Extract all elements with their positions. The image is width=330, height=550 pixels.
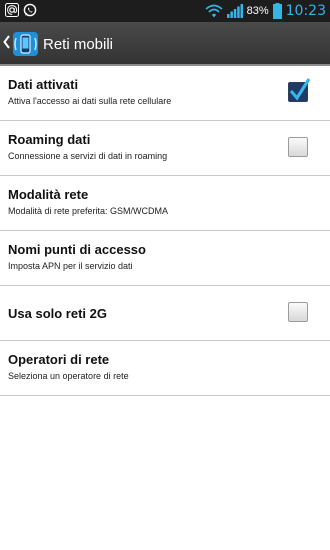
checkmark-icon [289, 78, 311, 101]
settings-list: Dati attivati Attiva l'accesso ai dati s… [0, 66, 330, 396]
setting-title: Nomi punti di accesso [8, 242, 146, 257]
page-title: Reti mobili [43, 36, 114, 53]
action-bar: Reti mobili [0, 22, 330, 66]
setting-item-access-point-names[interactable]: Nomi punti di accesso Imposta APN per il… [0, 231, 330, 286]
wifi-icon [205, 4, 223, 18]
back-arrow-icon[interactable] [3, 35, 11, 49]
data-roaming-checkbox[interactable] [288, 137, 308, 157]
status-bar: 83% 10:23 [0, 0, 330, 22]
setting-title: Operatori di rete [8, 352, 110, 367]
setting-subtitle: Imposta APN per il servizio dati [8, 261, 133, 271]
setting-title: Roaming dati [8, 132, 91, 147]
setting-item-network-mode[interactable]: Modalità rete Modalità di rete preferita… [0, 176, 330, 231]
setting-item-data-roaming[interactable]: Roaming dati Connessione a servizi di da… [0, 121, 330, 176]
setting-subtitle: Attiva l'accesso ai dati sulla rete cell… [8, 96, 172, 106]
setting-title: Modalità rete [8, 187, 89, 202]
whatsapp-icon [23, 3, 37, 17]
setting-item-use-2g-only[interactable]: Usa solo reti 2G [0, 286, 330, 341]
setting-title: Usa solo reti 2G [8, 306, 107, 321]
signal-icon [226, 4, 243, 18]
at-sign-icon [5, 3, 19, 17]
mobile-data-checkbox[interactable] [288, 78, 311, 102]
setting-subtitle: Connessione a servizi di dati in roaming [8, 151, 168, 161]
status-clock: 10:23 [285, 3, 326, 19]
setting-subtitle: Seleziona un operatore di rete [8, 371, 129, 381]
mobile-network-icon[interactable] [12, 30, 39, 58]
setting-item-network-operators[interactable]: Operatori di rete Seleziona un operatore… [0, 341, 330, 396]
setting-title: Dati attivati [8, 77, 79, 92]
setting-item-mobile-data[interactable]: Dati attivati Attiva l'accesso ai dati s… [0, 66, 330, 121]
battery-icon [272, 3, 282, 19]
setting-subtitle: Modalità di rete preferita: GSM/WCDMA [8, 206, 169, 216]
battery-percent: 83% [246, 5, 269, 17]
use-2g-only-checkbox[interactable] [288, 302, 308, 322]
